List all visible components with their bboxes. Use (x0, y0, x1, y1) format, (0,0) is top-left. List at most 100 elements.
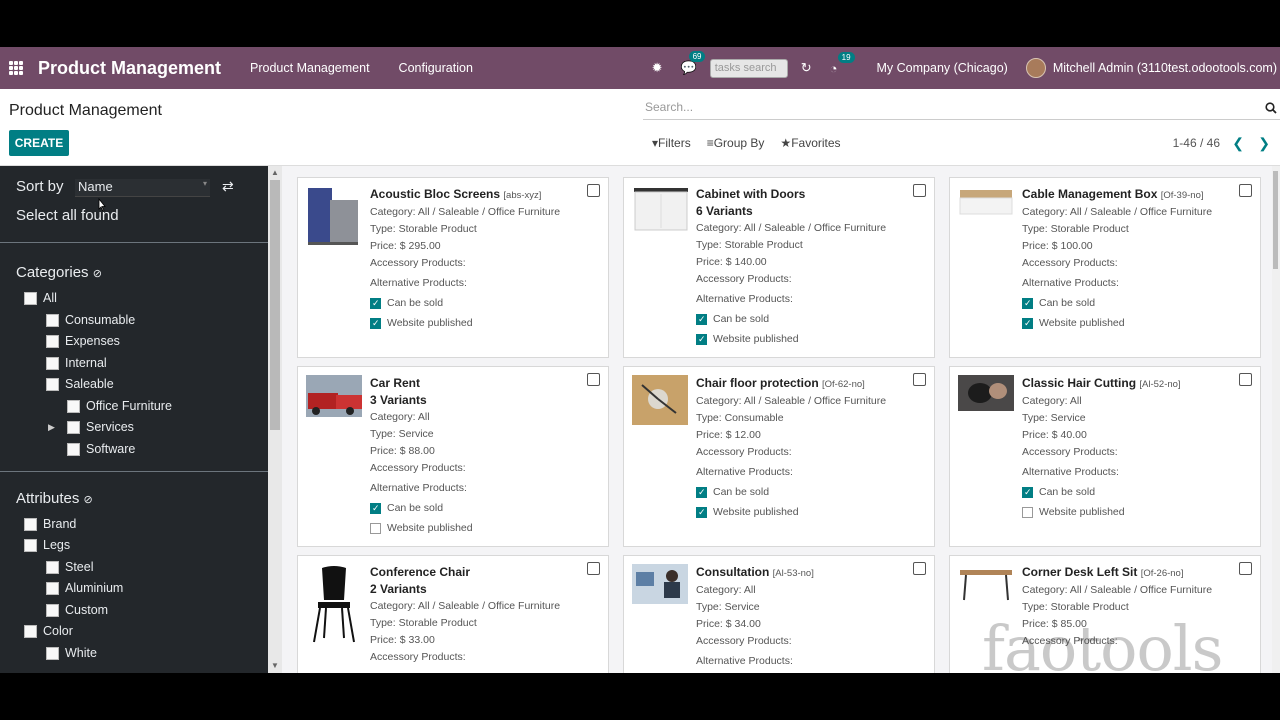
group-by-button[interactable]: ≡Group By (707, 136, 765, 150)
product-category: Category: All / Saleable / Office Furnit… (1022, 584, 1213, 596)
attribute-custom[interactable]: Custom (46, 603, 108, 617)
favorites-button[interactable]: ★Favorites (780, 136, 840, 150)
attribute-steel[interactable]: Steel (46, 560, 94, 574)
product-ref: [Of-62-no] (822, 379, 865, 390)
alternative-label: Alternative Products: (696, 466, 793, 478)
attribute-brand[interactable]: Brand (24, 517, 76, 531)
alternative-label: Alternative Products: (1022, 466, 1119, 478)
user-menu[interactable]: Mitchell Admin (3110test.odootools.com) (1053, 61, 1277, 75)
attribute-aluminium[interactable]: Aluminium (46, 581, 123, 595)
control-panel: Product Management CREATE Search... ▾Fil… (0, 89, 1280, 166)
pager-next-icon[interactable]: ❯ (1258, 135, 1270, 152)
chat-icon[interactable]: 💬 69 (681, 51, 706, 76)
card-select-checkbox[interactable] (1239, 373, 1252, 386)
product-name[interactable]: Acoustic Bloc Screens (370, 187, 500, 201)
category-software[interactable]: Software (67, 442, 135, 456)
attribute-white[interactable]: White (46, 646, 97, 660)
product-type: Type: Storable Product (370, 617, 477, 629)
product-name[interactable]: Conference Chair (370, 565, 470, 579)
apps-menu-icon[interactable] (9, 61, 23, 75)
product-variants: 6 Variants (696, 204, 753, 218)
accessory-label: Accessory Products: (1022, 257, 1118, 269)
sort-direction-icon[interactable]: ⇄ (222, 178, 234, 195)
can-be-sold-checkbox[interactable]: Can be sold (1022, 295, 1242, 312)
product-name[interactable]: Chair floor protection (696, 376, 819, 390)
menu-configuration[interactable]: Configuration (399, 61, 473, 75)
category-services[interactable]: Services (67, 420, 134, 434)
product-category: Category: All / Saleable / Office Furnit… (696, 222, 887, 234)
avatar[interactable] (1025, 58, 1046, 78)
menu-product-management[interactable]: Product Management (250, 61, 370, 75)
divider (0, 471, 268, 472)
product-name[interactable]: Corner Desk Left Sit (1022, 565, 1137, 579)
can-be-sold-checkbox[interactable]: Can be sold (1022, 484, 1242, 501)
website-published-checkbox[interactable]: Website published (370, 520, 590, 537)
category-all[interactable]: All (24, 291, 57, 305)
scroll-up-icon[interactable]: ▲ (271, 168, 279, 177)
category-internal[interactable]: Internal (46, 356, 107, 370)
pager-previous-icon[interactable]: ❮ (1232, 135, 1244, 152)
can-be-sold-checkbox[interactable]: Can be sold (370, 500, 590, 517)
website-published-checkbox[interactable]: Website published (1022, 315, 1242, 332)
pager-value[interactable]: 1-46 / 46 (1173, 136, 1220, 150)
sidebar-scrollbar[interactable]: ▲ ▼ (268, 166, 282, 673)
card-select-checkbox[interactable] (587, 373, 600, 386)
card-select-checkbox[interactable] (1239, 184, 1252, 197)
product-type: Type: Storable Product (370, 223, 477, 235)
filters-button[interactable]: ▾Filters (652, 136, 691, 150)
scroll-down-icon[interactable]: ▼ (271, 661, 279, 670)
scrollbar-thumb[interactable] (1273, 171, 1278, 269)
sort-select[interactable]: Name ▾ (75, 179, 210, 197)
website-published-checkbox[interactable]: Website published (1022, 504, 1242, 521)
attribute-legs[interactable]: Legs (24, 538, 70, 552)
search-icon[interactable] (1265, 102, 1277, 114)
expand-caret-icon[interactable]: ▶ (48, 422, 55, 433)
category-office-furniture[interactable]: Office Furniture (67, 399, 172, 413)
product-card[interactable]: Cabinet with Doors 6 Variants Category: … (623, 177, 935, 358)
product-card[interactable]: Classic Hair Cutting [Al-52-no] Category… (949, 366, 1261, 547)
product-card[interactable]: Conference Chair 2 Variants Category: Al… (297, 555, 609, 673)
card-select-checkbox[interactable] (913, 373, 926, 386)
product-category: Category: All / Saleable / Office Furnit… (1022, 206, 1213, 218)
activity-icon[interactable]: ◔ 19 (830, 51, 855, 76)
website-published-checkbox[interactable]: Website published (696, 504, 916, 521)
card-select-checkbox[interactable] (587, 184, 600, 197)
can-be-sold-checkbox[interactable]: Can be sold (696, 311, 916, 328)
clear-icon[interactable]: ⊘ (93, 268, 102, 280)
card-select-checkbox[interactable] (913, 184, 926, 197)
clear-icon[interactable]: ⊘ (84, 494, 93, 506)
product-name[interactable]: Consultation (696, 565, 769, 579)
search-input[interactable]: Search... (643, 98, 1280, 120)
scrollbar-thumb[interactable] (270, 180, 280, 430)
bug-icon[interactable]: ✹ (652, 60, 663, 76)
tasks-search-input[interactable]: tasks search (709, 58, 788, 78)
company-switcher[interactable]: My Company (Chicago) (877, 61, 1008, 75)
product-name[interactable]: Cabinet with Doors (696, 187, 805, 201)
category-saleable[interactable]: Saleable (46, 377, 114, 391)
page-title: Product Management (9, 102, 162, 119)
card-select-checkbox[interactable] (1239, 562, 1252, 575)
card-select-checkbox[interactable] (913, 562, 926, 575)
product-card[interactable]: Chair floor protection [Of-62-no] Catego… (623, 366, 935, 547)
product-card[interactable]: Consultation [Al-53-no] Category: All Ty… (623, 555, 935, 673)
can-be-sold-checkbox[interactable]: Can be sold (370, 295, 590, 312)
product-card[interactable]: Cable Management Box [Of-39-no] Category… (949, 177, 1261, 358)
product-name[interactable]: Car Rent (370, 376, 420, 390)
main-scrollbar[interactable] (1272, 166, 1280, 673)
product-name[interactable]: Cable Management Box (1022, 187, 1157, 201)
create-button[interactable]: CREATE (9, 130, 69, 156)
website-published-checkbox[interactable]: Website published (370, 315, 590, 332)
category-consumable[interactable]: Consumable (46, 313, 135, 327)
product-card[interactable]: Car Rent 3 Variants Category: All Type: … (297, 366, 609, 547)
product-name[interactable]: Classic Hair Cutting (1022, 376, 1136, 390)
card-select-checkbox[interactable] (587, 562, 600, 575)
mouse-cursor-icon (98, 198, 106, 212)
product-card[interactable]: Acoustic Bloc Screens [abs-xyz] Category… (297, 177, 609, 358)
can-be-sold-checkbox[interactable]: Can be sold (696, 484, 916, 501)
category-expenses[interactable]: Expenses (46, 334, 120, 348)
app-title[interactable]: Product Management (38, 58, 221, 79)
website-published-checkbox[interactable]: Website published (696, 331, 916, 348)
attribute-color[interactable]: Color (24, 624, 73, 638)
chat-badge: 69 (688, 51, 706, 62)
refresh-icon[interactable]: ↻ (801, 60, 812, 76)
